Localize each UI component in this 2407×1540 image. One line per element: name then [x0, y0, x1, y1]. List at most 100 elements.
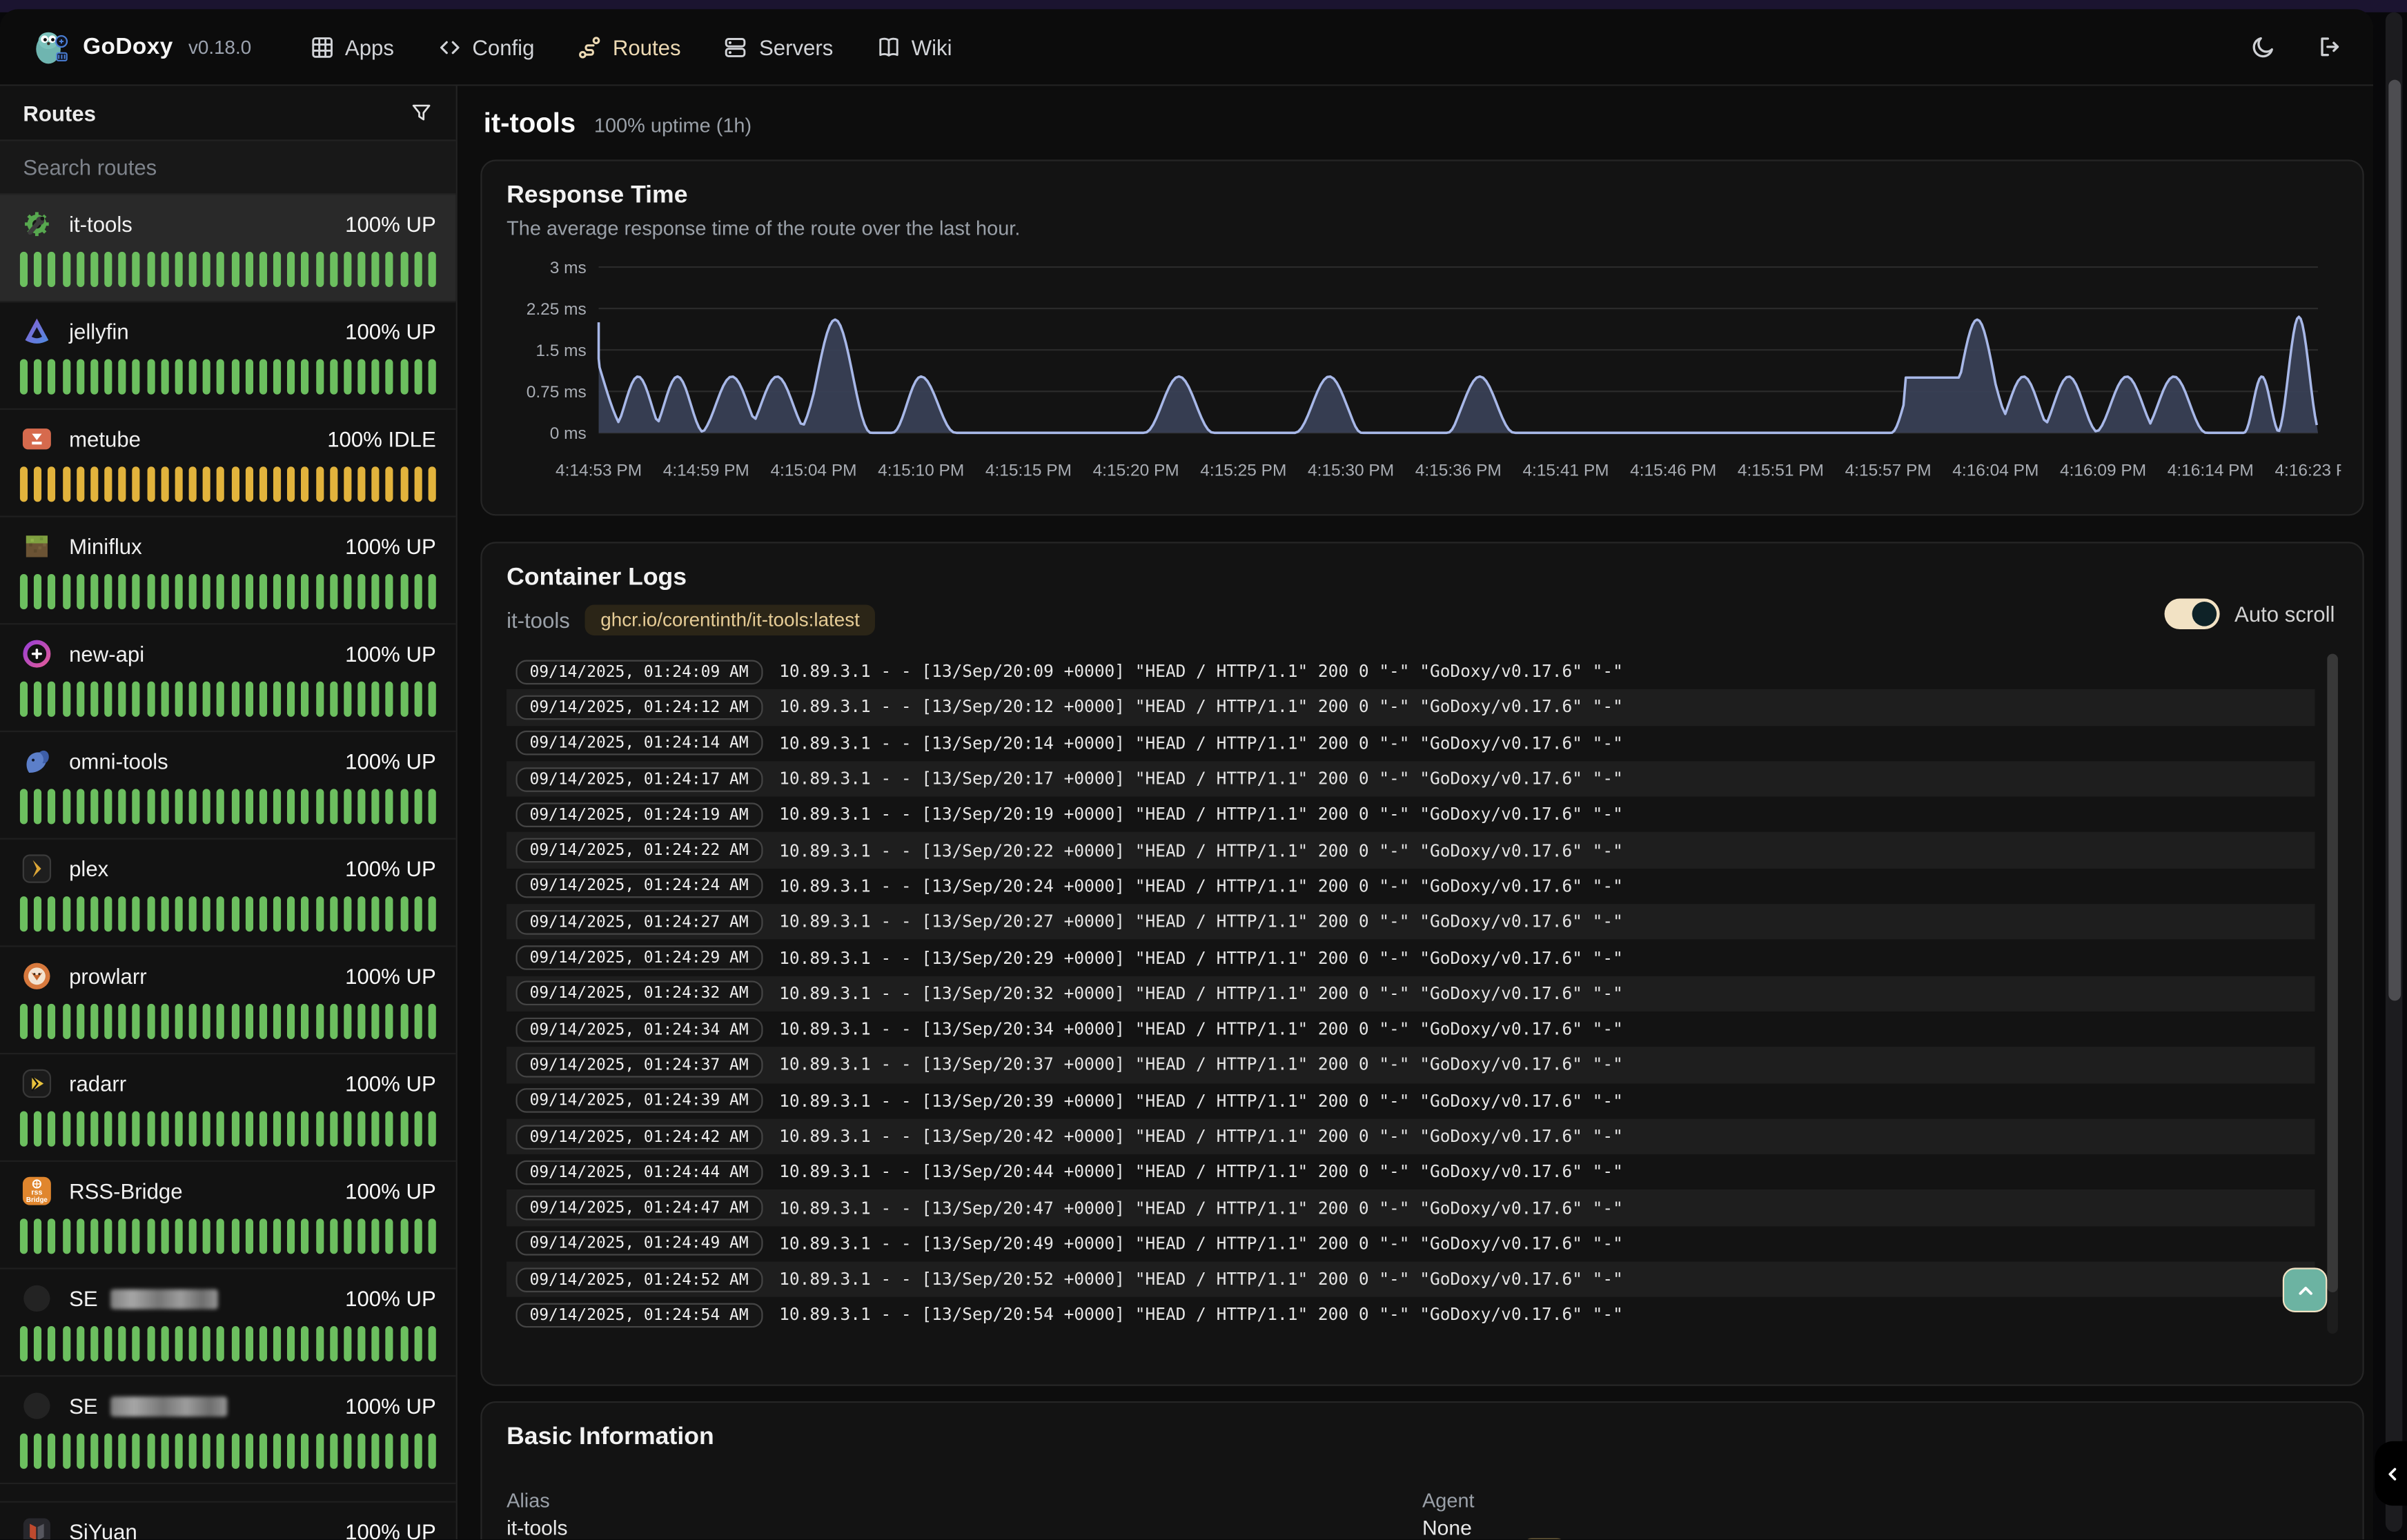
route-status: 100% UP [345, 1178, 436, 1203]
log-message: 10.89.3.1 - - [13/Sep/20:22 +0000] "HEAD… [779, 840, 1623, 860]
jellyfin-icon [20, 315, 54, 348]
sidebar-route-jellyfin[interactable]: jellyfin100% UP [0, 302, 456, 410]
log-timestamp-badge: 09/14/2025, 01:24:27 AM [515, 909, 762, 934]
page-scrollbar-thumb[interactable] [2388, 80, 2400, 1001]
uptime-bar [372, 682, 380, 717]
sidebar-route-siyuan[interactable]: SiYuan100% UP [0, 1503, 456, 1540]
route-head: metube100% IDLE [20, 421, 436, 457]
log-message: 10.89.3.1 - - [13/Sep/20:42 +0000] "HEAD… [779, 1127, 1623, 1147]
uptime-bar [62, 1112, 70, 1147]
uptime-bar [386, 574, 393, 609]
uptime-bar [344, 682, 351, 717]
uptime-bars [20, 789, 436, 824]
log-row: 09/14/2025, 01:24:29 AM10.89.3.1 - - [13… [507, 940, 2315, 976]
sidebar-route-metube[interactable]: metube100% IDLE [0, 410, 456, 517]
uptime-bar [20, 789, 28, 824]
nav-item-apps[interactable]: Apps [310, 34, 394, 59]
nav-item-wiki[interactable]: Wiki [876, 34, 952, 59]
uptime-bar [330, 1326, 337, 1361]
uptime-bar [147, 682, 155, 717]
route-status: 100% UP [345, 964, 436, 989]
uptime-bar [372, 1004, 380, 1039]
response-time-title: Response Time [507, 183, 2338, 210]
route-status: 100% UP [345, 642, 436, 667]
uptime-bar [48, 252, 56, 287]
uptime-bar [259, 574, 267, 609]
log-row: 09/14/2025, 01:24:39 AM10.89.3.1 - - [13… [507, 1083, 2315, 1119]
scroll-to-top-button[interactable] [2283, 1267, 2328, 1312]
uptime-badge: 100% uptime (1h) [594, 114, 751, 137]
uptime-bar [315, 252, 323, 287]
route-head: rssBridgeRSS-Bridge100% UP [20, 1173, 436, 1210]
sidebar-route-prowlarr[interactable]: prowlarr100% UP [0, 947, 456, 1055]
uptime-bar [161, 359, 168, 395]
logout-icon[interactable] [2317, 34, 2343, 60]
log-scrollbar-thumb[interactable] [2327, 654, 2338, 1293]
uptime-bar [20, 1218, 28, 1254]
sidebar-route-new-api[interactable]: new-api100% UP [0, 624, 456, 732]
page-scrollbar[interactable] [2386, 12, 2402, 1532]
route-status: 100% UP [345, 1286, 436, 1311]
uptime-bar [330, 466, 337, 502]
uptime-bar [90, 682, 98, 717]
svg-text:Bridge: Bridge [26, 1196, 48, 1204]
uptime-bar [189, 574, 197, 609]
panel-collapse-handle[interactable] [2375, 1441, 2407, 1506]
uptime-bar [217, 1218, 225, 1254]
route-head: SiYuan100% UP [20, 1513, 436, 1540]
log-message: 10.89.3.1 - - [13/Sep/20:34 +0000] "HEAD… [779, 1019, 1623, 1039]
response-time-chart: 0 ms0.75 ms1.5 ms2.25 ms3 ms4:14:53 PM4:… [507, 252, 2341, 485]
sidebar-route-miniflux[interactable]: Miniflux100% UP [0, 517, 456, 625]
theme-toggle-moon-icon[interactable] [2250, 34, 2277, 60]
uptime-bar [273, 1218, 281, 1254]
se-circle-icon [20, 1281, 54, 1315]
field-value: it-tools [507, 1517, 1422, 1539]
sidebar-route-it-tools[interactable]: it-tools100% UP [0, 195, 456, 303]
uptime-bar [34, 1004, 41, 1039]
uptime-bar [372, 1434, 380, 1469]
uptime-bar [203, 1434, 210, 1469]
sidebar-route-se[interactable]: SE100% UP [0, 1270, 456, 1377]
uptime-bar [288, 466, 295, 502]
uptime-bar [77, 1218, 84, 1254]
nav-item-config[interactable]: Config [437, 34, 534, 59]
nav-item-servers[interactable]: Servers [724, 34, 833, 59]
autoscroll-toggle[interactable] [2164, 599, 2219, 629]
sidebar-route-omni-tools[interactable]: omni-tools100% UP [0, 732, 456, 840]
uptime-bar [175, 252, 182, 287]
search-routes-input[interactable] [0, 155, 456, 180]
uptime-bar [400, 682, 408, 717]
log-row: 09/14/2025, 01:24:52 AM10.89.3.1 - - [13… [507, 1262, 2315, 1298]
filter-icon[interactable] [410, 101, 433, 124]
sidebar-route-radarr[interactable]: radarr100% UP [0, 1054, 456, 1162]
log-scrollbar[interactable] [2327, 654, 2338, 1334]
log-message: 10.89.3.1 - - [13/Sep/20:14 +0000] "HEAD… [779, 733, 1623, 753]
basic-info-title: Basic Information [507, 1424, 2338, 1452]
brand[interactable]: GoDoxy v0.18.0 [30, 27, 251, 67]
uptime-bar [288, 1112, 295, 1147]
uptime-bar [189, 682, 197, 717]
uptime-bar [245, 1434, 253, 1469]
uptime-bar [132, 1112, 140, 1147]
uptime-bar [414, 1112, 422, 1147]
uptime-bar [245, 252, 253, 287]
uptime-bar [429, 1112, 436, 1147]
route-name: metube [69, 426, 141, 451]
uptime-bar [119, 1434, 126, 1469]
sidebar-route-plex[interactable]: plex100% UP [0, 840, 456, 947]
route-head: new-api100% UP [20, 635, 436, 672]
svg-text:4:16:04 PM: 4:16:04 PM [1952, 462, 2038, 480]
uptime-bar [104, 1004, 112, 1039]
svg-text:1.5 ms: 1.5 ms [536, 342, 586, 360]
uptime-bar [175, 682, 182, 717]
basic-info-grid: Aliasit-toolsAgentNoneHost [507, 1489, 2338, 1540]
uptime-bar [288, 1004, 295, 1039]
route-head: Miniflux100% UP [20, 528, 436, 564]
sidebar-route-rss-bridge[interactable]: rssBridgeRSS-Bridge100% UP [0, 1162, 456, 1270]
uptime-bar [48, 359, 56, 395]
sidebar-route-se[interactable]: SE100% UP [0, 1376, 456, 1484]
nav-item-routes[interactable]: Routes [578, 34, 681, 59]
uptime-bar [48, 1218, 56, 1254]
uptime-bar [315, 896, 323, 931]
log-timestamp-badge: 09/14/2025, 01:24:14 AM [515, 731, 762, 756]
